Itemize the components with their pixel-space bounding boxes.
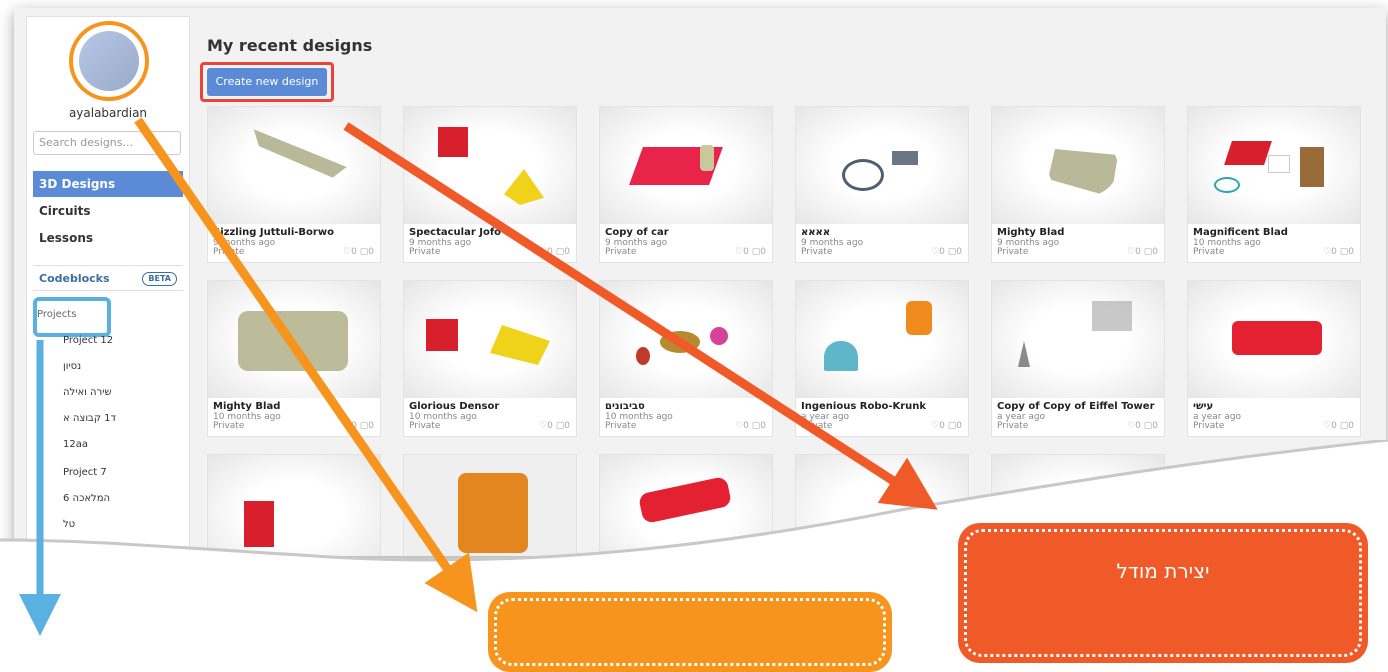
callout-create-model: יצירת מודל (958, 523, 1368, 663)
callout-text: יצירת מודל (1116, 559, 1210, 583)
callout-profile (488, 592, 892, 672)
callout-border (964, 529, 1362, 657)
red-arrow (343, 122, 938, 510)
orange-arrow (134, 117, 478, 613)
callout-border (494, 598, 886, 666)
